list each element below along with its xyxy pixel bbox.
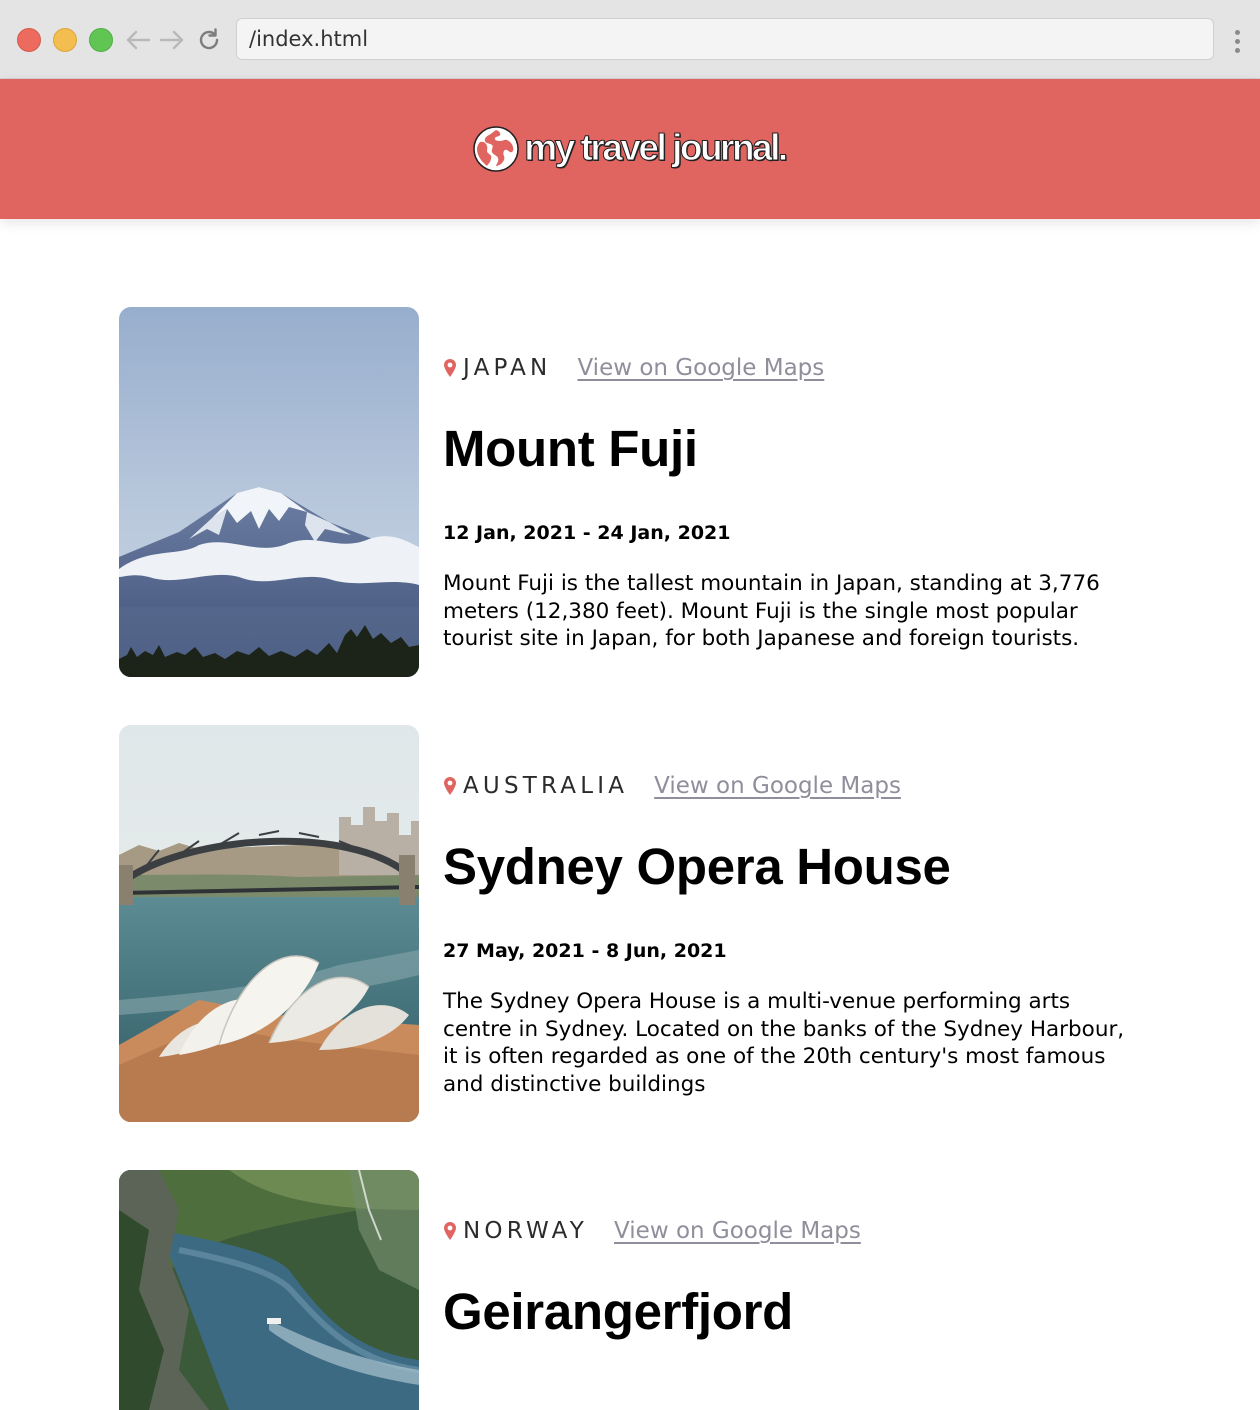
view-on-google-maps-link[interactable]: View on Google Maps <box>614 1218 861 1244</box>
location-pin-icon <box>444 359 456 377</box>
mount-fuji-photo <box>119 307 419 677</box>
entry-description: Mount Fuji is the tallest mountain in Ja… <box>443 571 1100 652</box>
close-window-button[interactable] <box>17 28 41 52</box>
entry-title: Geirangerfjord <box>443 1283 794 1340</box>
forward-arrow-icon[interactable] <box>158 26 186 54</box>
journal-entry-sydney-opera-house: AUSTRALIA View on Google Maps Sydney Ope… <box>119 725 1139 1122</box>
maximize-window-button[interactable] <box>89 28 113 52</box>
entry-dates: 12 Jan, 2021 - 24 Jan, 2021 <box>443 522 731 544</box>
site-header: my travel journal. <box>0 79 1260 219</box>
entry-description: The Sydney Opera House is a multi-venue … <box>443 989 1125 1097</box>
browser-menu-icon[interactable] <box>1228 26 1246 56</box>
brand: my travel journal. <box>472 125 789 173</box>
globe-icon <box>473 126 520 172</box>
entry-title: Sydney Opera House <box>443 838 951 895</box>
geirangerfjord-photo <box>119 1170 419 1410</box>
location-pin-icon <box>444 1222 456 1240</box>
entry-title: Mount Fuji <box>443 420 698 477</box>
brand-title: my travel journal. <box>524 127 789 169</box>
back-arrow-icon[interactable] <box>124 26 152 54</box>
view-on-google-maps-link[interactable]: View on Google Maps <box>577 355 824 381</box>
reload-icon[interactable] <box>195 26 223 54</box>
browser-toolbar: /index.html <box>0 0 1260 79</box>
entry-country: NORWAY <box>463 1218 589 1244</box>
sydney-opera-house-photo <box>119 725 419 1122</box>
entry-country: JAPAN <box>463 355 552 381</box>
location-pin-icon <box>444 777 456 795</box>
entry-country: AUSTRALIA <box>463 773 629 799</box>
journal-entry-mount-fuji: JAPAN View on Google Maps Mount Fuji 12 … <box>119 307 1139 677</box>
journal-entry-geirangerfjord: NORWAY View on Google Maps Geirangerfjor… <box>119 1170 1139 1410</box>
minimize-window-button[interactable] <box>53 28 77 52</box>
address-bar[interactable]: /index.html <box>236 18 1214 60</box>
entry-dates: 27 May, 2021 - 8 Jun, 2021 <box>443 940 727 962</box>
view-on-google-maps-link[interactable]: View on Google Maps <box>654 773 901 799</box>
